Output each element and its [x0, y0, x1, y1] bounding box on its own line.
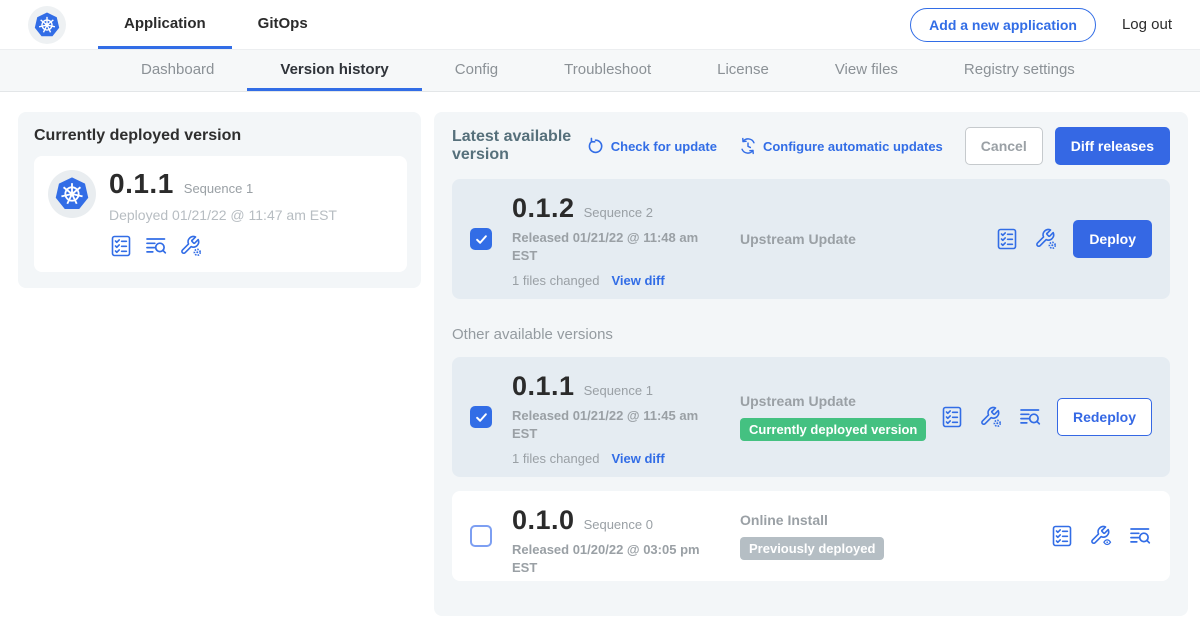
edit-config-icon[interactable] [1034, 227, 1058, 251]
configure-auto-updates-label: Configure automatic updates [763, 139, 943, 154]
check-for-update-label: Check for update [611, 139, 717, 154]
previously-deployed-badge: Previously deployed [740, 537, 884, 560]
sequence-label: Sequence 1 [584, 383, 653, 398]
files-changed-label: 1 files changed [512, 451, 599, 466]
sequence-label: Sequence 2 [584, 205, 653, 220]
configure-auto-updates-link[interactable]: Configure automatic updates [739, 137, 943, 155]
check-for-update-link[interactable]: Check for update [587, 137, 717, 155]
view-diff-link[interactable]: View diff [611, 451, 664, 466]
subnav-registry-settings-label: Registry settings [964, 61, 1075, 78]
version-source: Upstream Update [740, 393, 940, 409]
app-subnav: Dashboard Version history Config Trouble… [0, 50, 1200, 92]
released-timestamp: Released 01/21/22 @ 11:45 am EST [512, 407, 712, 442]
latest-version-title: Latest available version [452, 128, 573, 164]
subnav-version-history-label: Version history [280, 61, 388, 78]
version-source: Upstream Update [740, 231, 995, 247]
main-content: Currently deployed version 0.1.1 Sequenc… [0, 92, 1200, 616]
subnav-registry-settings[interactable]: Registry settings [931, 50, 1108, 91]
version-number: 0.1.0 [512, 505, 575, 536]
files-changed-label: 1 files changed [512, 273, 599, 288]
tab-application-label: Application [124, 15, 206, 32]
released-timestamp: Released 01/20/22 @ 03:05 pm EST [512, 541, 712, 576]
deployed-timestamp: Deployed 01/21/22 @ 11:47 am EST [109, 207, 337, 223]
add-application-button[interactable]: Add a new application [910, 8, 1096, 42]
preflight-checks-icon[interactable] [109, 234, 133, 258]
diff-releases-button[interactable]: Diff releases [1055, 127, 1170, 165]
released-timestamp: Released 01/21/22 @ 11:48 am EST [512, 229, 712, 264]
edit-config-icon[interactable] [979, 405, 1003, 429]
subnav-version-history[interactable]: Version history [247, 50, 421, 91]
deployed-sequence-label: Sequence 1 [184, 181, 253, 196]
subnav-view-files[interactable]: View files [802, 50, 931, 91]
view-diff-link[interactable]: View diff [611, 273, 664, 288]
kubernetes-app-icon [48, 170, 96, 218]
currently-deployed-title: Currently deployed version [34, 127, 407, 145]
subnav-dashboard[interactable]: Dashboard [108, 50, 247, 91]
view-config-icon[interactable] [1089, 524, 1113, 548]
version-checkbox[interactable] [470, 525, 492, 547]
refresh-icon [587, 137, 605, 155]
currently-deployed-badge: Currently deployed version [740, 418, 926, 441]
version-card-0-1-1: 0.1.1 Sequence 1 Released 01/21/22 @ 11:… [452, 357, 1170, 477]
kubernetes-logo-icon [32, 10, 62, 40]
subnav-troubleshoot-label: Troubleshoot [564, 61, 651, 78]
subnav-troubleshoot[interactable]: Troubleshoot [531, 50, 684, 91]
logout-link[interactable]: Log out [1122, 16, 1172, 33]
deployed-version-card: 0.1.1 Sequence 1 Deployed 01/21/22 @ 11:… [34, 156, 407, 272]
subnav-license[interactable]: License [684, 50, 802, 91]
version-history-panel: Latest available version Check for updat… [434, 112, 1188, 616]
other-versions-title: Other available versions [452, 326, 1170, 343]
subnav-config[interactable]: Config [422, 50, 531, 91]
version-card-0-1-2: 0.1.2 Sequence 2 Released 01/21/22 @ 11:… [452, 179, 1170, 299]
currently-deployed-panel: Currently deployed version 0.1.1 Sequenc… [18, 112, 421, 288]
version-checkbox[interactable] [470, 406, 492, 428]
version-card-0-1-0: 0.1.0 Sequence 0 Released 01/20/22 @ 03:… [452, 491, 1170, 581]
subnav-config-label: Config [455, 61, 498, 78]
latest-version-header: Latest available version Check for updat… [452, 127, 1170, 165]
sequence-label: Sequence 0 [584, 517, 653, 532]
deploy-button[interactable]: Deploy [1073, 220, 1152, 258]
version-number: 0.1.2 [512, 193, 575, 224]
subnav-license-label: License [717, 61, 769, 78]
subnav-view-files-label: View files [835, 61, 898, 78]
version-checkbox[interactable] [470, 228, 492, 250]
preflight-checks-icon[interactable] [1050, 524, 1074, 548]
view-logs-icon[interactable] [144, 234, 168, 258]
deployed-version-number: 0.1.1 [109, 168, 174, 200]
preflight-checks-icon[interactable] [995, 227, 1019, 251]
top-header: Application GitOps Add a new application… [0, 0, 1200, 50]
view-logs-icon[interactable] [1018, 405, 1042, 429]
subnav-dashboard-label: Dashboard [141, 61, 214, 78]
tab-gitops[interactable]: GitOps [232, 0, 334, 49]
app-logo [28, 6, 66, 44]
version-number: 0.1.1 [512, 371, 575, 402]
tab-gitops-label: GitOps [258, 15, 308, 32]
version-source: Online Install [740, 512, 1050, 528]
view-logs-icon[interactable] [1128, 524, 1152, 548]
tab-application[interactable]: Application [98, 0, 232, 49]
auto-update-icon [739, 137, 757, 155]
header-actions: Add a new application Log out [910, 0, 1172, 49]
edit-config-icon[interactable] [179, 234, 203, 258]
redeploy-button[interactable]: Redeploy [1057, 398, 1152, 436]
cancel-button[interactable]: Cancel [965, 127, 1043, 165]
preflight-checks-icon[interactable] [940, 405, 964, 429]
